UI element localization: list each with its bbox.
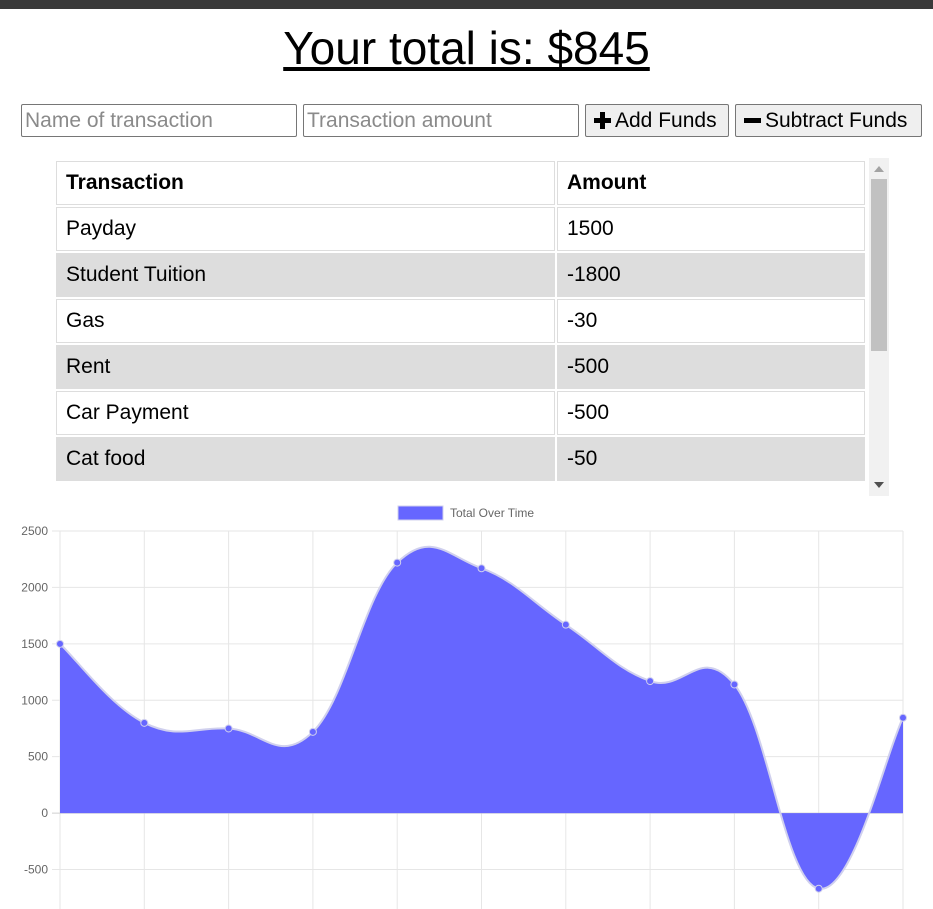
transaction-name-cell: Car Payment: [56, 391, 555, 435]
browser-top-bar: [0, 0, 933, 9]
transaction-name-cell: Rent: [56, 345, 555, 389]
data-point: [140, 718, 149, 727]
y-tick-label: 2000: [21, 580, 48, 594]
scroll-down-arrow-icon[interactable]: [874, 482, 884, 488]
transaction-name-cell: Gas: [56, 299, 555, 343]
transaction-name-cell: Student Tuition: [56, 253, 555, 297]
data-point: [561, 620, 570, 629]
data-point: [56, 639, 64, 648]
table-scrollbar[interactable]: [869, 158, 889, 496]
y-axis-ticks: 2500 2000 1500 1000 500 0 -500: [21, 524, 48, 877]
y-tick-label: 1500: [21, 637, 48, 651]
column-header-amount: Amount: [557, 161, 865, 205]
transaction-amount-cell: -1800: [557, 253, 865, 297]
transaction-amount-input[interactable]: [303, 104, 579, 137]
transaction-amount-cell: -500: [557, 345, 865, 389]
data-point: [308, 727, 317, 736]
total-heading: Your total is: $845: [283, 22, 650, 74]
legend-label: Total Over Time: [450, 506, 534, 520]
y-tick-label: -500: [24, 863, 48, 877]
data-point: [899, 713, 907, 722]
table-row: Cat food -50: [56, 437, 865, 481]
y-tick-label: 1000: [21, 693, 48, 707]
y-tick-label: 2500: [21, 524, 48, 538]
table-row: Car Payment -500: [56, 391, 865, 435]
legend-swatch: [397, 505, 444, 521]
add-funds-label: Add Funds: [615, 108, 717, 132]
table-header-row: Transaction Amount: [56, 161, 865, 205]
total-over-time-chart: 2500 2000 1500 1000 500 0 -500 Total Over Time: [21, 505, 907, 909]
plus-icon: [594, 112, 611, 129]
subtract-funds-label: Subtract Funds: [765, 108, 908, 132]
transaction-amount-cell: -500: [557, 391, 865, 435]
data-point: [224, 724, 233, 733]
data-point: [393, 558, 402, 567]
data-point: [477, 564, 486, 573]
table-row: Payday 1500: [56, 207, 865, 251]
data-point: [814, 884, 823, 893]
table-row: Student Tuition -1800: [56, 253, 865, 297]
transaction-amount-cell: 1500: [557, 207, 865, 251]
transaction-name-cell: Payday: [56, 207, 555, 251]
add-funds-button[interactable]: Add Funds: [585, 104, 729, 137]
table-row: Rent -500: [56, 345, 865, 389]
transaction-name-input[interactable]: [21, 104, 297, 137]
scroll-up-arrow-icon[interactable]: [874, 166, 884, 172]
data-point: [646, 677, 655, 686]
subtract-funds-button[interactable]: Subtract Funds: [735, 104, 922, 137]
table-row: Gas -30: [56, 299, 865, 343]
transaction-amount-cell: -30: [557, 299, 865, 343]
y-tick-label: 0: [41, 806, 48, 820]
transactions-table: Transaction Amount Payday 1500 Student T…: [55, 159, 867, 483]
transactions-table-container: Transaction Amount Payday 1500 Student T…: [55, 158, 889, 496]
minus-icon: [744, 112, 761, 129]
chart-legend: Total Over Time: [397, 505, 534, 521]
transaction-amount-cell: -50: [557, 437, 865, 481]
scrollbar-thumb[interactable]: [871, 179, 887, 351]
y-tick-label: 500: [28, 750, 48, 764]
data-point: [730, 680, 739, 689]
column-header-transaction: Transaction: [56, 161, 555, 205]
transaction-name-cell: Cat food: [56, 437, 555, 481]
